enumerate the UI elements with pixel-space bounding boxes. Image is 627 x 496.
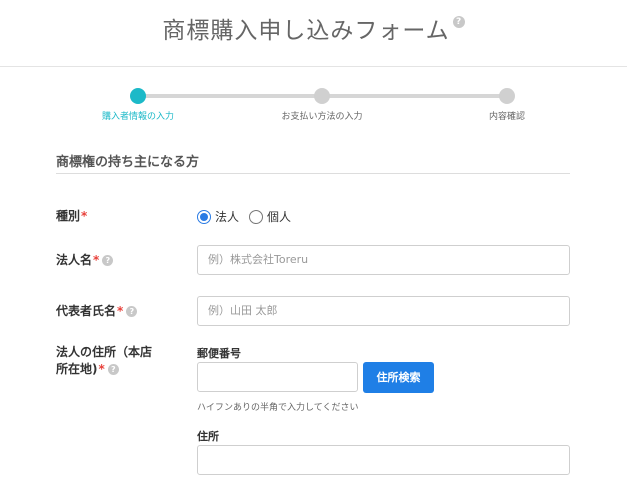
address-label-line2: 所在地) xyxy=(56,362,98,376)
required-mark: * xyxy=(93,253,100,267)
step-connector xyxy=(138,94,322,98)
address-field-label: 住所 xyxy=(197,430,219,443)
radio-corporation[interactable] xyxy=(197,209,211,224)
step-label-1: 購入者情報の入力 xyxy=(101,112,175,122)
step-dot-3 xyxy=(499,88,515,104)
required-mark: * xyxy=(81,209,88,223)
address-input[interactable] xyxy=(197,445,570,475)
step-label-3: 内容確認 xyxy=(488,112,526,122)
title-wrap: 商標購入申し込みフォーム? xyxy=(0,11,627,45)
step-label-2: お支払い方法の入力 xyxy=(281,112,363,122)
representative-input[interactable]: 例）山田 太郎 xyxy=(197,296,570,326)
address-label-line2-wrap: 所在地)*? xyxy=(56,361,152,378)
representative-label-text: 代表者氏名 xyxy=(56,304,117,318)
radio-individual-label[interactable]: 個人 xyxy=(267,208,291,225)
address-search-button[interactable]: 住所検索 xyxy=(363,362,434,393)
radio-individual[interactable] xyxy=(249,209,264,224)
company-name-input[interactable]: 例）株式会社Toreru xyxy=(197,245,570,275)
postal-code-hint: ハイフンありの半角で入力してください xyxy=(197,403,359,413)
type-label-text: 種別 xyxy=(56,209,81,223)
required-mark: * xyxy=(98,362,105,376)
help-icon[interactable]: ? xyxy=(452,16,465,28)
radio-corporation-label[interactable]: 法人 xyxy=(215,208,239,225)
progress-stepper: 購入者情報の入力 お支払い方法の入力 内容確認 xyxy=(0,84,627,124)
postal-code-input[interactable] xyxy=(197,362,358,392)
help-icon[interactable]: ? xyxy=(102,255,114,266)
postal-code-label: 郵便番号 xyxy=(197,347,241,360)
step-dot-1 xyxy=(130,88,146,104)
representative-label: 代表者氏名*? xyxy=(56,303,138,320)
step-connector xyxy=(322,94,507,98)
required-mark: * xyxy=(117,304,124,318)
help-icon[interactable]: ? xyxy=(126,306,138,317)
type-radio-group: 法人 個人 xyxy=(197,208,301,225)
company-name-label-text: 法人名 xyxy=(56,253,93,267)
address-label-line1: 法人の住所（本店 xyxy=(56,345,153,359)
address-label: 法人の住所（本店 所在地)*? xyxy=(56,344,152,378)
section-divider xyxy=(56,173,570,174)
header: 商標購入申し込みフォーム? xyxy=(0,0,627,67)
company-name-label: 法人名*? xyxy=(56,252,114,269)
help-icon[interactable]: ? xyxy=(107,364,119,375)
form-page: 商標購入申し込みフォーム? 購入者情報の入力 お支払い方法の入力 内容確認 商標… xyxy=(0,0,627,496)
type-label: 種別* xyxy=(56,208,87,225)
step-dot-2 xyxy=(314,88,330,104)
section-title: 商標権の持ち主になる方 xyxy=(56,155,200,170)
page-title: 商標購入申し込みフォーム xyxy=(162,18,450,44)
